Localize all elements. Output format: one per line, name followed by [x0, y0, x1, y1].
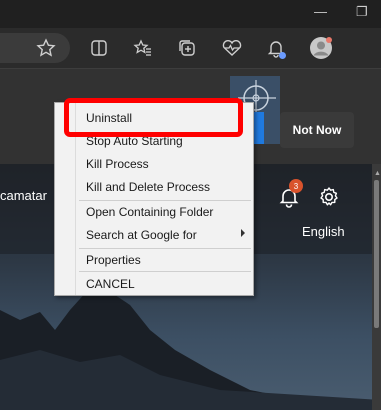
title-bar: — ❐: [0, 0, 381, 28]
menu-separator: [79, 248, 251, 249]
menu-item-properties[interactable]: Properties: [86, 253, 141, 267]
browser-toolbar: [0, 28, 381, 68]
language-selector[interactable]: English: [302, 224, 345, 239]
settings-gear-icon[interactable]: [318, 186, 340, 208]
scroll-up-arrow-icon[interactable]: ▲: [374, 170, 381, 177]
browser-essentials-icon[interactable]: [221, 38, 243, 60]
scrollbar-thumb[interactable]: [374, 180, 379, 328]
menu-separator: [79, 271, 251, 272]
address-bar[interactable]: [0, 33, 70, 63]
submenu-arrow-icon: [241, 229, 245, 237]
profile-avatar-icon[interactable]: [309, 36, 333, 60]
menu-item-kill-process[interactable]: Kill Process: [86, 157, 149, 171]
menu-separator: [79, 200, 251, 201]
minimize-button[interactable]: —: [314, 4, 327, 20]
split-screen-icon[interactable]: [89, 38, 111, 60]
restore-button[interactable]: ❐: [356, 4, 368, 20]
notification-count-badge: 3: [289, 179, 303, 193]
favorite-star-icon[interactable]: [36, 38, 58, 60]
not-now-button[interactable]: Not Now: [280, 112, 354, 148]
menu-item-cancel[interactable]: CANCEL: [86, 277, 135, 291]
menu-item-open-containing-folder[interactable]: Open Containing Folder: [86, 205, 213, 219]
location-text: camatar: [0, 188, 47, 203]
update-dot-icon: [279, 52, 286, 59]
screenshot: — ❐ Not Now camatar 3 English ▲ Uninstal…: [0, 0, 381, 410]
collections-icon[interactable]: [177, 38, 199, 60]
highlight-box: [64, 98, 243, 137]
favorites-icon[interactable]: [133, 38, 155, 60]
notifications-icon[interactable]: [266, 38, 288, 60]
menu-item-search-at-google[interactable]: Search at Google for: [86, 228, 197, 242]
menu-item-kill-and-delete-process[interactable]: Kill and Delete Process: [86, 180, 210, 194]
